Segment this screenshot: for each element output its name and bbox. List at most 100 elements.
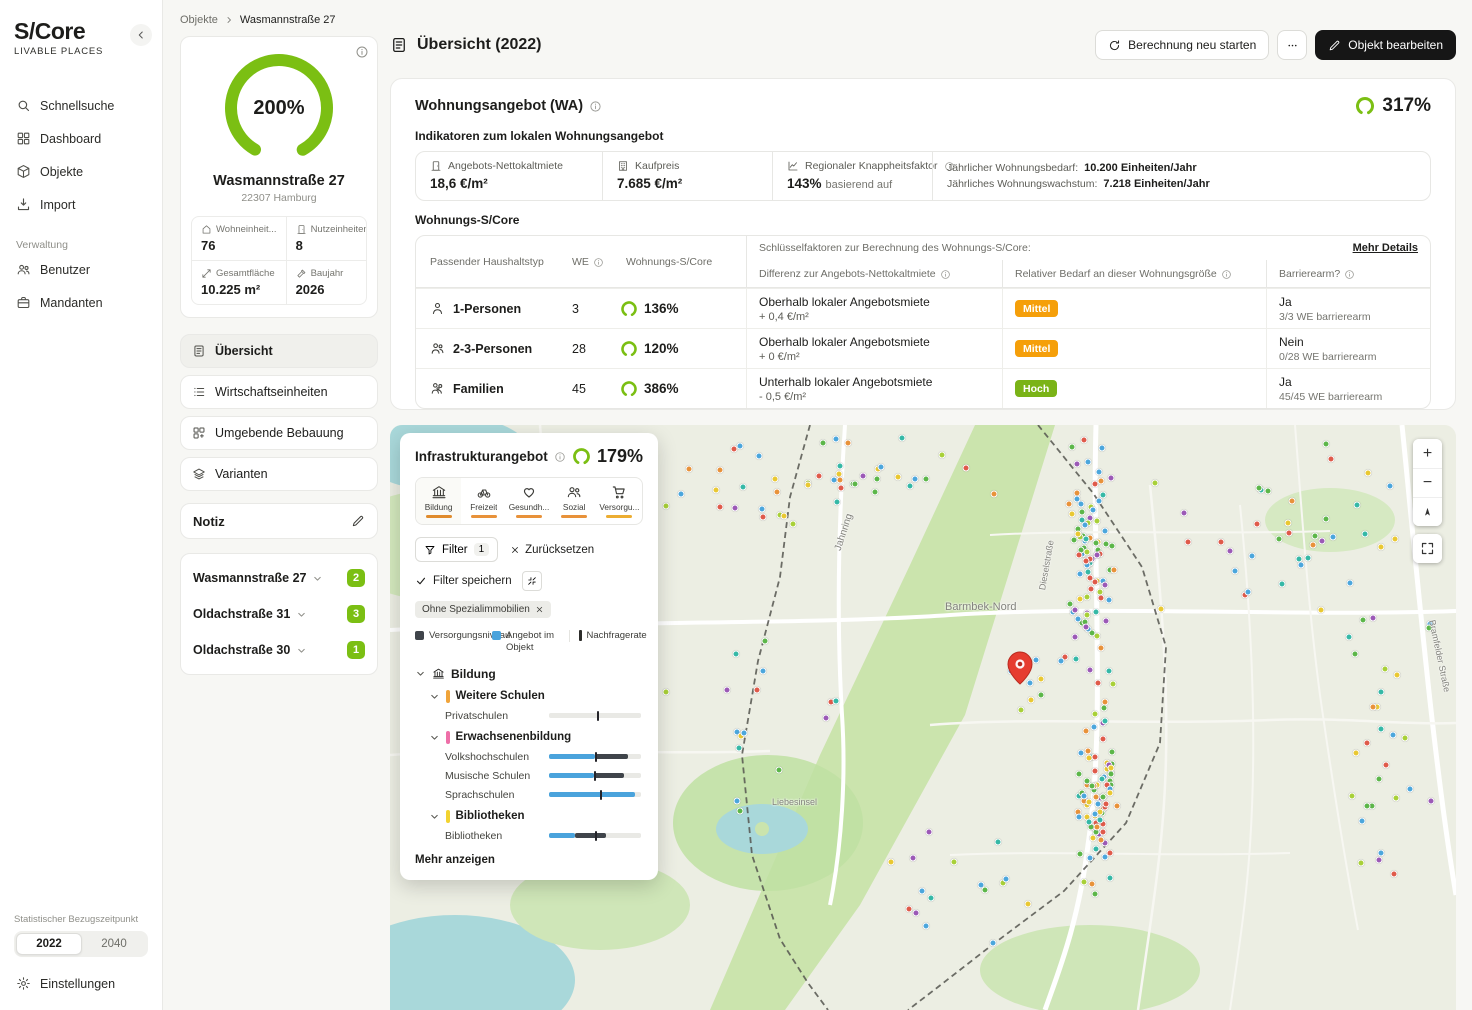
object-row-oldachstrasse-30[interactable]: Oldachstraße 30 1 bbox=[181, 632, 377, 668]
table-header: Passender Haushaltstyp WE Wohnungs-S/Cor… bbox=[416, 236, 1430, 288]
tree-group-weitere-schulen[interactable]: Weitere Schulen bbox=[429, 690, 643, 703]
demand-badge: Mittel bbox=[1015, 340, 1058, 357]
tab-versorgung[interactable]: Versorgu... bbox=[597, 478, 642, 524]
filter-chip[interactable]: Ohne Spezialimmobilien bbox=[415, 601, 551, 618]
sidebar-item-schnellsuche[interactable]: Schnellsuche bbox=[14, 89, 148, 122]
year-2040-button[interactable]: 2040 bbox=[82, 933, 146, 955]
more-options-button[interactable] bbox=[1277, 30, 1307, 60]
year-2022-button[interactable]: 2022 bbox=[16, 933, 82, 955]
nav-label: Einstellungen bbox=[40, 977, 115, 991]
menu-item-varianten[interactable]: Varianten bbox=[180, 457, 378, 491]
supply-bar bbox=[549, 754, 641, 759]
tree-group-erwachsenenbildung[interactable]: Erwachsenenbildung bbox=[429, 731, 643, 744]
property-stats: Wohneinheit... 76 Nutzeinheiten 8 Gesamt… bbox=[191, 216, 367, 305]
ellipsis-icon bbox=[1286, 39, 1299, 52]
info-icon[interactable] bbox=[940, 269, 951, 280]
reset-filters-button[interactable]: Zurücksetzen bbox=[510, 544, 594, 556]
compass-button[interactable] bbox=[1413, 497, 1442, 526]
object-row-wasmannstrasse-27[interactable]: Wasmannstraße 27 2 bbox=[181, 560, 377, 596]
tree-leaf-volkshochschulen: Volkshochschulen bbox=[445, 751, 643, 763]
tab-sozial[interactable]: Sozial bbox=[552, 478, 597, 524]
tree-leaf-musische-schulen: Musische Schulen bbox=[445, 770, 643, 782]
table-row: 2-3-Personen 28 120% Oberhalb lokaler An… bbox=[416, 328, 1430, 368]
funnel-icon bbox=[424, 544, 436, 556]
nav-label: Objekte bbox=[40, 165, 83, 179]
tab-gesundheit[interactable]: Gesundh... bbox=[506, 478, 551, 524]
menu-item-umgebende-bebauung[interactable]: Umgebende Bebauung bbox=[180, 416, 378, 450]
tab-freizeit[interactable]: Freizeit bbox=[461, 478, 506, 524]
page-title: Übersicht (2022) bbox=[390, 36, 542, 54]
collapse-panel-button[interactable] bbox=[522, 571, 542, 591]
menu-item-wirtschaftseinheiten[interactable]: Wirtschaftseinheiten bbox=[180, 375, 378, 409]
briefcase-icon bbox=[16, 295, 31, 310]
info-icon[interactable] bbox=[593, 257, 604, 268]
people-icon bbox=[430, 341, 445, 356]
note-card[interactable]: Notiz bbox=[180, 503, 378, 539]
sidebar-item-objekte[interactable]: Objekte bbox=[14, 155, 148, 188]
chevron-down-icon[interactable] bbox=[312, 573, 323, 584]
edit-object-button[interactable]: Objekt bearbeiten bbox=[1315, 30, 1456, 60]
close-icon[interactable] bbox=[535, 605, 544, 614]
sidebar-item-dashboard[interactable]: Dashboard bbox=[14, 122, 148, 155]
chevron-down-icon[interactable] bbox=[296, 645, 307, 656]
chevron-down-icon[interactable] bbox=[296, 609, 307, 620]
info-icon[interactable] bbox=[355, 45, 369, 62]
chevron-right-icon bbox=[224, 15, 234, 25]
sidebar-item-benutzer[interactable]: Benutzer bbox=[14, 253, 148, 286]
table-row: 1-Personen 3 136% Oberhalb lokaler Angeb… bbox=[416, 288, 1430, 328]
chevron-down-icon bbox=[429, 811, 440, 822]
logo-text: S/Core bbox=[14, 18, 148, 45]
overview-icon bbox=[390, 36, 408, 54]
users-icon bbox=[566, 484, 582, 500]
sidebar-footer: Statistischer Bezugszeitpunkt 2022 2040 … bbox=[14, 914, 148, 1000]
school-icon bbox=[431, 484, 447, 500]
object-row-oldachstrasse-31[interactable]: Oldachstraße 31 3 bbox=[181, 596, 377, 632]
filter-count-badge: 1 bbox=[474, 543, 490, 556]
save-filter-button[interactable]: Filter speichern bbox=[433, 575, 512, 587]
breadcrumb-objekte[interactable]: Objekte bbox=[180, 14, 218, 26]
zoom-out-button[interactable]: − bbox=[1413, 468, 1442, 497]
main-header: Übersicht (2022) Berechnung neu starten … bbox=[390, 30, 1456, 60]
breadcrumb: Objekte Wasmannstraße 27 bbox=[180, 14, 336, 26]
object-list-card: Wasmannstraße 27 2 Oldachstraße 31 3 Old… bbox=[180, 553, 378, 675]
sidebar-collapse-button[interactable] bbox=[130, 24, 152, 46]
filter-button[interactable]: Filter 1 bbox=[415, 537, 498, 562]
tab-bildung[interactable]: Bildung bbox=[416, 478, 461, 524]
property-summary-card: 200% Wasmannstraße 27 22307 Hamburg Wohn… bbox=[180, 36, 378, 318]
more-details-link[interactable]: Mehr Details bbox=[1353, 242, 1418, 254]
restart-calculation-button[interactable]: Berechnung neu starten bbox=[1095, 30, 1269, 60]
tree-group-bibliotheken[interactable]: Bibliotheken bbox=[429, 810, 643, 823]
map[interactable]: Barmbek-NordJahnringLiebesinselBramfelde… bbox=[390, 425, 1456, 1010]
sidebar-nav: Schnellsuche Dashboard Objekte Import Ve… bbox=[14, 89, 148, 319]
indicator-demand-growth: Jährlicher Wohnungsbedarf:10.200 Einheit… bbox=[932, 152, 1430, 200]
check-icon bbox=[415, 575, 427, 587]
show-more-link[interactable]: Mehr anzeigen bbox=[415, 854, 643, 866]
sidebar-item-mandanten[interactable]: Mandanten bbox=[14, 286, 148, 319]
menu-item-uebersicht[interactable]: Übersicht bbox=[180, 334, 378, 368]
fullscreen-button[interactable] bbox=[1413, 534, 1442, 563]
pencil-icon[interactable] bbox=[351, 514, 365, 528]
sidebar-item-import[interactable]: Import bbox=[14, 188, 148, 221]
info-icon[interactable] bbox=[1221, 269, 1232, 280]
users-icon bbox=[16, 262, 31, 277]
document-icon bbox=[192, 344, 206, 358]
map-controls: + − bbox=[1413, 439, 1442, 563]
infrastructure-title: Infrastrukturangebot 179% bbox=[415, 446, 643, 467]
breadcrumb-current: Wasmannstraße 27 bbox=[240, 14, 336, 26]
zoom-in-button[interactable]: + bbox=[1413, 439, 1442, 468]
score-arc-icon bbox=[620, 380, 638, 398]
category-tabs: Bildung Freizeit Gesundh... Sozial bbox=[415, 477, 643, 525]
search-icon bbox=[16, 98, 31, 113]
info-icon[interactable] bbox=[589, 100, 602, 113]
info-icon[interactable] bbox=[1344, 269, 1355, 280]
sidebar-item-einstellungen[interactable]: Einstellungen bbox=[14, 967, 148, 1000]
stat-nutzeinheiten: Nutzeinheiten 8 bbox=[286, 217, 367, 260]
tree-root-bildung[interactable]: Bildung bbox=[415, 667, 643, 681]
table-row: Familien 45 386% Unterhalb lokaler Angeb… bbox=[416, 368, 1430, 408]
sidebar: S/Core LIVABLE PLACES Schnellsuche Dashb… bbox=[0, 0, 163, 1010]
demand-badge: Hoch bbox=[1015, 380, 1057, 397]
info-icon[interactable] bbox=[554, 451, 566, 463]
map-pin[interactable] bbox=[1007, 651, 1033, 685]
infrastructure-panel: Infrastrukturangebot 179% Bildung Freize… bbox=[400, 433, 658, 880]
school-icon bbox=[432, 667, 445, 680]
